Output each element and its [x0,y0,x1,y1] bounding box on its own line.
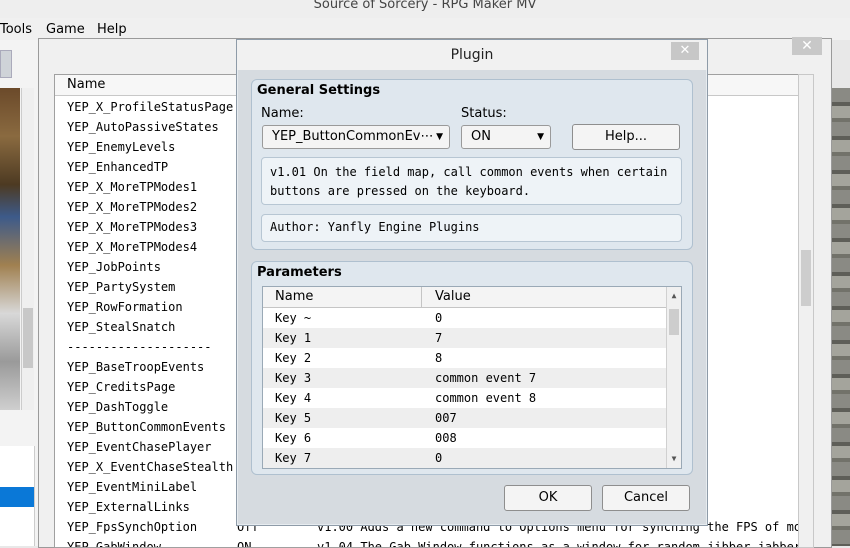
parameter-row[interactable]: Key 7 0 [263,448,666,468]
map-scrollbar-thumb[interactable] [23,308,33,368]
parameter-row[interactable]: Key 1 7 [263,328,666,348]
plugin-list-scrollbar-thumb[interactable] [801,250,811,306]
dialog-close-icon[interactable]: ✕ [671,42,699,60]
plugin-name: YEP_X_MoreTPModes3 [67,220,198,234]
plugin-name: YEP_EnhancedTP [67,160,169,174]
plugin-author: Author: Yanfly Engine Plugins [261,214,682,242]
plugin-name: YEP_PartySystem [67,280,176,294]
plugin-name: YEP_CreditsPage [67,380,176,394]
parameters-header: Name Value [263,287,666,308]
plugin-list-scrollbar[interactable] [798,74,814,548]
plugin-manager-close-icon[interactable]: ✕ [792,37,822,55]
scroll-down-icon[interactable]: ▼ [667,452,681,466]
status-label: Status: [461,106,507,121]
chevron-down-icon: ▼ [537,132,544,142]
plugin-name: YEP_JobPoints [67,260,161,274]
parameter-row[interactable]: Key 2 8 [263,348,666,368]
plugin-name: YEP_DashToggle [67,400,169,414]
plugin-name: YEP_EnemyLevels [67,140,176,154]
parameter-row[interactable]: Key 5 007 [263,408,666,428]
column-header-name[interactable]: Name [67,77,105,92]
plugin-name: YEP_GabWindow [67,540,161,548]
menu-help[interactable]: Help [97,22,127,37]
parameter-value: common event 8 [435,391,537,405]
general-settings-heading: General Settings [257,83,381,98]
plugin-name-select[interactable]: YEP_ButtonCommonEv⋯ ▼ [262,125,450,149]
parameter-row[interactable]: Key ~ 0 [263,308,666,328]
plugin-name: YEP_AutoPassiveStates [67,120,219,134]
author-text: Author: Yanfly Engine Plugins [270,220,480,234]
param-column-name[interactable]: Name [275,289,313,304]
parameters-heading: Parameters [257,265,342,280]
plugin-status: ON [237,540,252,548]
parameter-name: Key 4 [275,391,312,405]
parameter-row[interactable]: Key 3 common event 7 [263,368,666,388]
dialog-title: Plugin [237,40,707,70]
parameter-value: 0 [435,311,443,325]
parameter-value: 0 [435,451,443,465]
status-select[interactable]: ON ▼ [461,125,551,149]
menu-bar: Tools Game Help [0,18,850,40]
map-list-selected-item[interactable] [0,487,34,507]
status-value: ON [471,129,491,144]
ok-button[interactable]: OK [504,485,592,511]
description-line-2: buttons are pressed on the keyboard. [270,184,531,198]
right-tile-preview [830,88,850,546]
menu-game[interactable]: Game [46,22,85,37]
plugin-name: YEP_ButtonCommonEvents [67,420,226,434]
parameters-scrollbar-thumb[interactable] [669,309,679,335]
parameter-value: common event 7 [435,371,537,385]
help-button[interactable]: Help... [572,124,680,150]
plugin-name: YEP_EventMiniLabel [67,480,198,494]
plugin-row[interactable]: YEP_GabWindow ON v1.04 The Gab Window func… [55,537,800,548]
map-scrollbar[interactable] [21,88,34,410]
plugin-name: YEP_StealSnatch [67,320,176,334]
parameter-name: Key 1 [275,331,312,345]
description-line-1: v1.01 On the field map, call common even… [270,165,668,179]
parameter-name: Key 5 [275,411,312,425]
plugin-name: -------------------- [67,340,212,354]
plugin-name: YEP_BaseTroopEvents [67,360,205,374]
chevron-down-icon: ▼ [436,132,443,142]
name-label: Name: [261,106,304,121]
plugin-description: v1.04 The Gab Window functions as a wind… [317,540,800,548]
window-title: Source of Sorcery - RPG Maker MV [0,0,850,18]
plugin-name: YEP_EventChasePlayer [67,440,212,454]
parameter-name: Key 7 [275,451,312,465]
plugin-name: YEP_X_MoreTPModes4 [67,240,198,254]
parameters-scrollbar[interactable]: ▲ ▼ [666,287,681,468]
plugin-name: YEP_X_MoreTPModes2 [67,200,198,214]
parameter-name: Key 6 [275,431,312,445]
plugin-name: YEP_ExternalLinks [67,500,190,514]
parameter-value: 8 [435,351,443,365]
plugin-name: YEP_X_EventChaseStealth [67,460,234,474]
column-divider[interactable] [421,287,422,307]
parameter-value: 7 [435,331,443,345]
toolbar-icon[interactable] [0,50,12,78]
scroll-up-icon[interactable]: ▲ [667,289,681,303]
parameters-table: Name Value Key ~ 0 Key 1 7 Key 2 8 Key 3 common… [262,286,682,469]
plugin-name: YEP_X_MoreTPModes1 [67,180,198,194]
cancel-button[interactable]: Cancel [602,485,690,511]
parameter-name: Key 2 [275,351,312,365]
menu-tools[interactable]: Tools [0,22,32,37]
param-column-value[interactable]: Value [435,289,471,304]
plugin-name-value: YEP_ButtonCommonEv⋯ [272,129,432,144]
plugin-name: YEP_RowFormation [67,300,183,314]
parameter-name: Key 3 [275,371,312,385]
parameter-row[interactable]: Key 6 008 [263,428,666,448]
plugin-name: YEP_FpsSynchOption [67,520,198,534]
plugin-description: v1.01 On the field map, call common even… [261,157,682,205]
parameter-row[interactable]: Key 4 common event 8 [263,388,666,408]
parameter-value: 007 [435,411,457,425]
parameter-value: 008 [435,431,457,445]
map-preview [0,88,20,410]
plugin-name: YEP_X_ProfileStatusPage [67,100,234,114]
parameter-name: Key ~ [275,311,312,325]
